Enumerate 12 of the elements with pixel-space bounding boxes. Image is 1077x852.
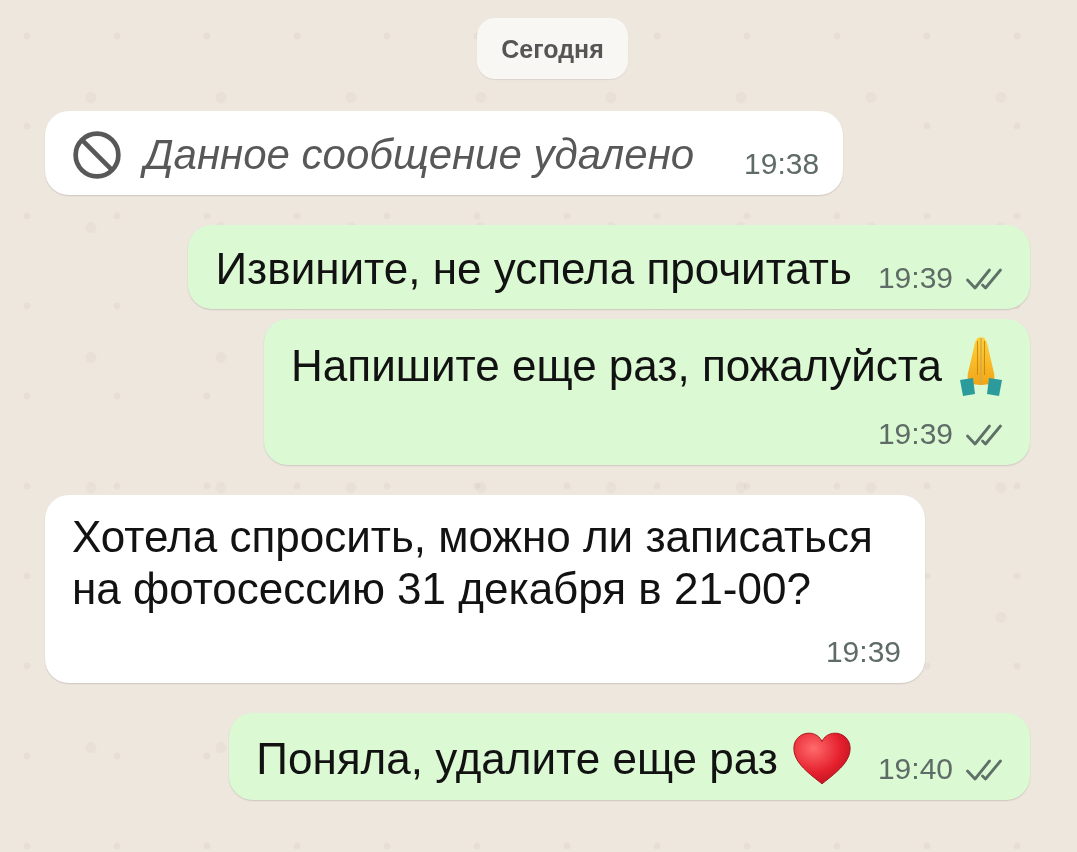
message-text: Поняла, удалите еще раз xyxy=(256,732,778,785)
prohibited-icon xyxy=(72,130,122,180)
message-time: 19:40 xyxy=(877,752,953,786)
heart-icon xyxy=(791,731,852,786)
date-separator: Сегодня xyxy=(477,18,628,79)
message-time: 19:39 xyxy=(877,261,953,295)
message-text: Напишите еще раз, пожалуйста xyxy=(291,340,942,392)
message-text: Хотела спросить, можно ли записаться на фотосессию 31 декабря в 21-00? xyxy=(72,511,874,615)
message-time: 19:39 xyxy=(825,635,901,669)
message-time: 19:38 xyxy=(744,147,820,181)
message-time: 19:39 xyxy=(877,417,953,451)
message-text: Извините, не успела прочитать xyxy=(215,243,852,295)
